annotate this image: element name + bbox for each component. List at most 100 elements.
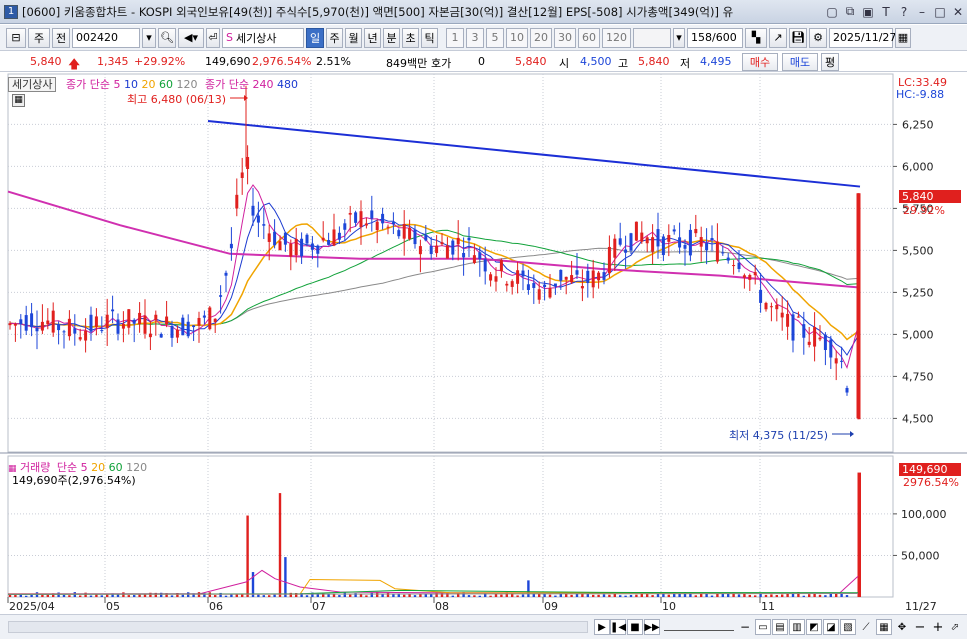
minute-option-5[interactable]: 5 <box>486 27 504 48</box>
view-icon-5[interactable]: ◪ <box>823 619 839 635</box>
restore-icon[interactable]: ▢ <box>824 4 840 20</box>
sell-button[interactable]: 매도 <box>782 53 818 71</box>
period-select[interactable]: 주 <box>28 27 50 48</box>
volume-bar <box>338 595 341 597</box>
candle-body <box>57 324 61 331</box>
view-icon-7[interactable]: ▦ <box>876 619 892 635</box>
view-icon-1[interactable]: ▭ <box>755 619 771 635</box>
period-year[interactable]: 년 <box>364 27 381 48</box>
minus-icon[interactable]: − <box>912 619 928 635</box>
volume-bar <box>424 594 427 597</box>
period-month[interactable]: 월 <box>345 27 362 48</box>
dropdown-icon[interactable]: ▾ <box>142 27 156 48</box>
prev-button[interactable]: 전 <box>52 27 70 48</box>
candle-body <box>472 255 476 263</box>
candle-body <box>46 320 50 325</box>
window-title: [0600] 키움종합차트 - KOSPI 외국인보유[49(천)] 주식수[5… <box>22 4 734 19</box>
volume-bar <box>365 595 368 597</box>
bottom-bar: ▶ ❚◀ ■ ▶▶ − ▭ ▤ ▥ ◩ ◪ ▧ ⟋ ▦ ✥ − + ⬀ <box>0 614 967 639</box>
minute-option-10[interactable]: 10 <box>506 27 528 48</box>
chart-area[interactable]: 6,250 6,000 5,750 5,500 5,250 5,000 4,750 4,500… <box>0 72 967 639</box>
candle-body <box>688 229 692 256</box>
plus-icon[interactable]: + <box>930 619 946 635</box>
view-icon-2[interactable]: ▤ <box>772 619 788 635</box>
lock-icon[interactable]: ▣ <box>860 4 876 20</box>
candle-body <box>613 238 617 258</box>
scroll-right-icon[interactable]: ▶ <box>594 619 610 635</box>
settings-icon[interactable]: ⚙ <box>809 27 827 48</box>
candle-body <box>721 252 725 254</box>
candle-body <box>780 312 784 318</box>
candle-body <box>435 245 439 254</box>
stock-code-input[interactable]: 002420 <box>72 27 140 48</box>
play-forward-icon[interactable]: ▶▶ <box>644 619 660 635</box>
open-price: 4,500 <box>580 55 612 68</box>
ma-legend-120: 120 <box>176 78 198 91</box>
layout-icon[interactable]: ⊟ <box>6 27 26 48</box>
count-field[interactable]: 158/600 <box>687 27 743 48</box>
sound-icon[interactable]: ⏎ <box>206 27 220 48</box>
custom-dropdown-icon[interactable]: ▾ <box>673 27 685 48</box>
candle-body <box>19 319 23 325</box>
trend-icon[interactable]: ⟋ <box>858 619 874 635</box>
volume-bar <box>278 493 282 597</box>
chart-svg: 6,2506,0005,7505,5005,2505,0004,7504,500… <box>0 73 967 613</box>
tile-icon[interactable]: ⧉ <box>842 4 858 20</box>
last-price-tag: 5,840 <box>899 190 961 203</box>
stop-icon[interactable]: ■ <box>627 619 643 635</box>
candle-body <box>516 270 520 284</box>
custom-period-field[interactable] <box>633 27 671 48</box>
date-field[interactable]: 2025/11/27 <box>829 27 896 48</box>
zoom-out-icon[interactable]: − <box>737 619 753 635</box>
minute-option-20[interactable]: 20 <box>530 27 552 48</box>
period-tick[interactable]: 틱 <box>421 27 438 48</box>
minute-option-30[interactable]: 30 <box>554 27 576 48</box>
search-icon[interactable]: 🔍︎ <box>158 27 176 48</box>
volume-bar <box>100 595 103 597</box>
minute-option-1[interactable]: 1 <box>446 27 464 48</box>
font-icon[interactable]: T <box>878 4 894 20</box>
help-icon[interactable]: ? <box>896 4 912 20</box>
view-icon-4[interactable]: ◩ <box>806 619 822 635</box>
high-label: 고 <box>618 57 629 70</box>
x-axis-label: 07 <box>312 600 326 613</box>
view-icon-3[interactable]: ▥ <box>789 619 805 635</box>
minimize-icon[interactable]: – <box>914 4 930 20</box>
speaker-icon[interactable]: ◀▾ <box>178 27 204 48</box>
turnover-rate: 2.51% <box>316 55 351 68</box>
minute-option-3[interactable]: 3 <box>466 27 484 48</box>
calendar-icon[interactable]: ▦ <box>895 27 911 48</box>
scroll-track[interactable] <box>8 621 588 633</box>
save-icon[interactable]: 💾︎ <box>789 27 807 48</box>
minute-option-120[interactable]: 120 <box>602 27 631 48</box>
price-tick-label: 6,000 <box>902 160 934 173</box>
close-icon[interactable]: ✕ <box>950 4 966 20</box>
maximize-icon[interactable]: □ <box>932 4 948 20</box>
grid-toggle-icon[interactable]: ▦ <box>12 94 25 107</box>
volume-bar <box>754 595 757 597</box>
zoom-slider[interactable] <box>664 623 734 631</box>
indicator-icon[interactable]: ▚ <box>745 27 767 48</box>
volume-text: 149,690주(2,976.54%) <box>12 474 136 487</box>
volume-bar <box>262 595 265 597</box>
volume-bar <box>710 595 714 597</box>
buy-button[interactable]: 매수 <box>742 53 778 71</box>
eval-button[interactable]: 평 <box>821 53 839 71</box>
minute-option-60[interactable]: 60 <box>578 27 600 48</box>
ma-long-legend-prefix: 종가 단순 <box>204 78 249 91</box>
draw-icon[interactable]: ↗ <box>769 27 787 48</box>
candle-body <box>240 172 244 178</box>
stock-name-field[interactable]: S 세기상사 <box>222 27 304 48</box>
period-week[interactable]: 주 <box>326 27 343 48</box>
expand-icon[interactable]: ⬀ <box>947 619 963 635</box>
volume-bar <box>381 594 384 597</box>
candle-body <box>775 304 779 310</box>
period-day[interactable]: 일 <box>306 27 324 48</box>
candle-body <box>170 325 174 338</box>
volume-bar <box>597 594 600 597</box>
period-minute[interactable]: 분 <box>383 27 400 48</box>
arrows-icon[interactable]: ✥ <box>894 619 910 635</box>
view-icon-6[interactable]: ▧ <box>840 619 856 635</box>
play-backward-icon[interactable]: ❚◀ <box>610 619 626 635</box>
period-second[interactable]: 초 <box>402 27 419 48</box>
